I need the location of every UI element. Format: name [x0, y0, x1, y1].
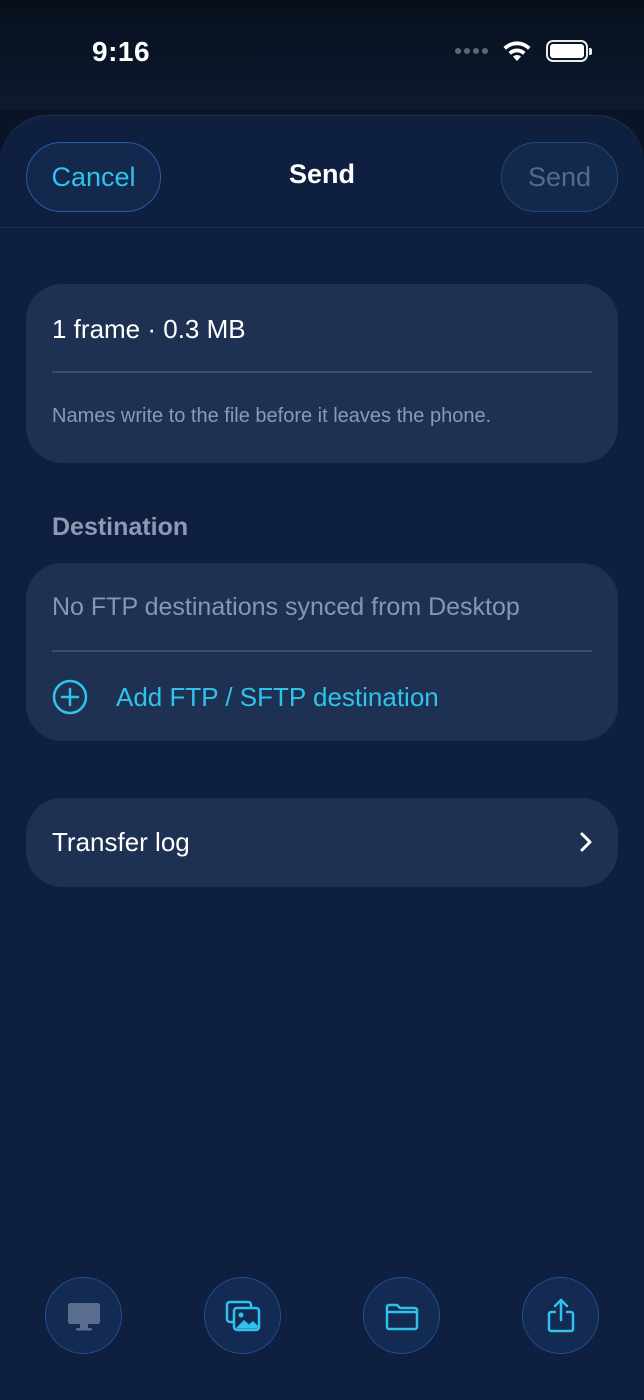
- share-button[interactable]: [522, 1277, 599, 1354]
- send-sheet: Cancel Send Send 1 frame · 0.3 MB Names …: [0, 115, 644, 1400]
- share-icon: [547, 1298, 574, 1332]
- photos-icon: [225, 1300, 260, 1331]
- plus-circle-icon: [52, 679, 88, 715]
- battery-icon: [546, 40, 592, 62]
- transfer-log-label: Transfer log: [52, 827, 190, 857]
- divider: [52, 650, 592, 652]
- photos-button[interactable]: [204, 1277, 281, 1354]
- divider: [52, 371, 592, 373]
- destination-section-label: Destination: [52, 513, 189, 541]
- status-icons: [455, 40, 592, 62]
- frame-info: 1 frame · 0.3 MB: [52, 314, 246, 344]
- add-destination-label: Add FTP / SFTP destination: [116, 682, 439, 712]
- bottom-toolbar: [0, 1277, 644, 1357]
- cellular-signal-icon: [455, 48, 488, 54]
- add-destination-button[interactable]: Add FTP / SFTP destination: [26, 653, 618, 741]
- chevron-right-icon: [580, 832, 592, 852]
- wifi-icon: [503, 41, 531, 61]
- desktop-button[interactable]: [45, 1277, 122, 1354]
- folder-button[interactable]: [363, 1277, 440, 1354]
- transfer-log-row[interactable]: Transfer log: [26, 798, 618, 887]
- status-bar: 9:16: [0, 0, 644, 110]
- folder-icon: [385, 1303, 418, 1330]
- status-time: 9:16: [92, 36, 151, 67]
- destination-card: No FTP destinations synced from Desktop …: [26, 563, 618, 741]
- summary-note: Names write to the file before it leaves…: [52, 405, 492, 427]
- desktop-icon: [67, 1302, 100, 1330]
- send-button[interactable]: Send: [501, 142, 618, 212]
- summary-card: 1 frame · 0.3 MB Names write to the file…: [26, 284, 618, 463]
- nav-bar: Cancel Send Send: [0, 115, 644, 228]
- empty-destinations-message: No FTP destinations synced from Desktop: [52, 593, 520, 621]
